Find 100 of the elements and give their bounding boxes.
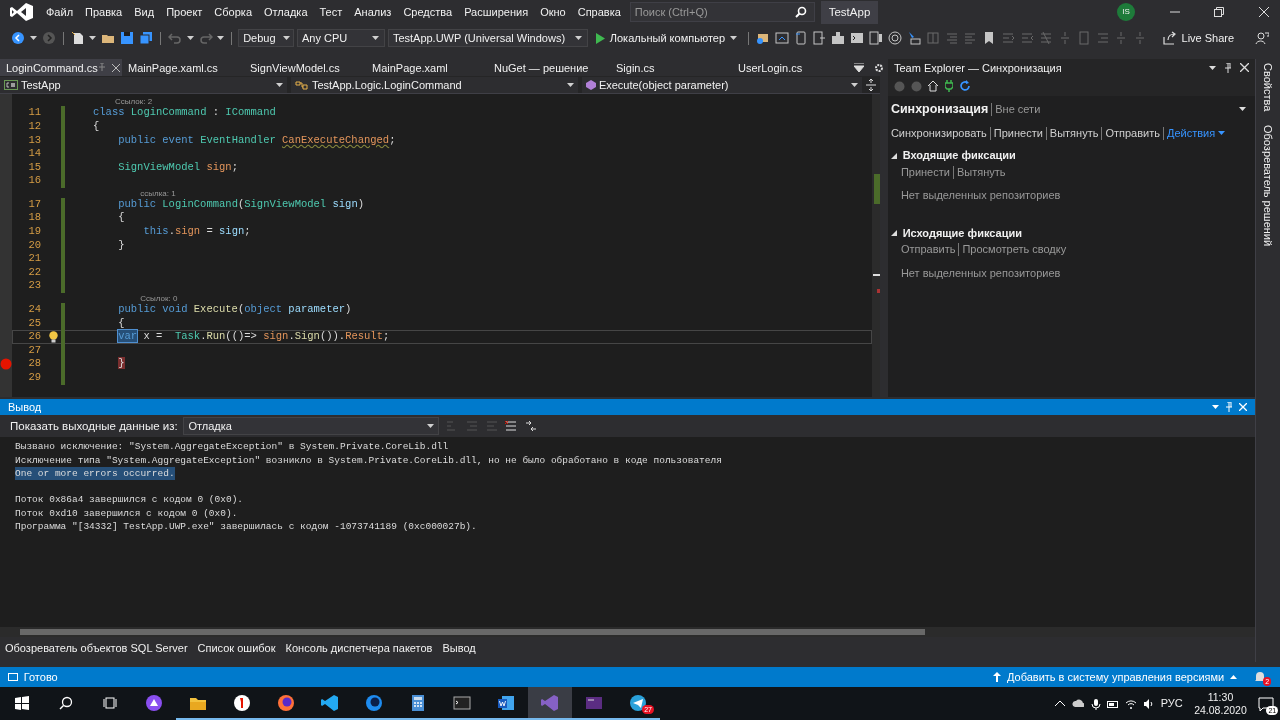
feedback-icon[interactable]	[1255, 31, 1269, 46]
monitor-icon[interactable]	[774, 31, 789, 46]
dropdown-icon[interactable]	[1209, 65, 1216, 70]
document-tab[interactable]: LoginCommand.cs	[0, 59, 122, 77]
source-control-button[interactable]: Добавить в систему управления версиями	[993, 668, 1237, 686]
terminal-icon[interactable]	[850, 31, 865, 46]
tool-window-tab[interactable]: Вывод	[437, 640, 481, 657]
actions-menu[interactable]: Действия	[1166, 125, 1226, 142]
action-link[interactable]: Вытянуть	[1049, 125, 1099, 142]
panel-icon[interactable]	[869, 31, 884, 46]
menu-item[interactable]: Сборка	[208, 4, 258, 21]
speaker-icon[interactable]	[1142, 697, 1155, 710]
section-title[interactable]: Исходящие фиксации	[902, 224, 1022, 242]
reference-count[interactable]: Ссылок: 2	[115, 97, 153, 107]
cloud-icon[interactable]	[1071, 697, 1084, 710]
action-center-icon[interactable]	[1258, 696, 1275, 711]
refresh-icon[interactable]	[958, 80, 971, 93]
action-link[interactable]: Принести	[993, 125, 1043, 142]
document-tab[interactable]: UserLogin.cs	[732, 59, 854, 77]
clock-date[interactable]: 24.08.2020	[1194, 703, 1247, 717]
side-tab[interactable]: Свойства	[1259, 59, 1277, 116]
reference-count[interactable]: ссылка: 1	[115, 188, 176, 198]
document-tab[interactable]: Sigin.cs	[610, 59, 732, 77]
live-share-button[interactable]: Live Share	[1157, 29, 1239, 47]
member-dropdown[interactable]: Execute(object parameter)	[582, 76, 862, 94]
action-link[interactable]: Синхронизировать	[890, 125, 987, 142]
close-icon[interactable]	[111, 63, 120, 72]
target-icon[interactable]	[887, 31, 902, 46]
type-dropdown[interactable]: TestApp.Logic.LoginCommand	[291, 76, 578, 94]
account-avatar[interactable]: IS	[1117, 3, 1135, 22]
tool-window-tab[interactable]: Обозреватель объектов SQL Server	[0, 640, 193, 657]
configuration-dropdown[interactable]: Debug	[238, 29, 295, 48]
platform-dropdown[interactable]: Any CPU	[297, 29, 385, 48]
menu-item[interactable]: Правка	[79, 4, 129, 21]
action-link[interactable]: Просмотреть сводку	[962, 241, 1067, 258]
menu-item[interactable]: Отладка	[258, 4, 314, 21]
side-tab[interactable]: Обозреватель решений	[1259, 121, 1277, 251]
menu-item[interactable]: Файл	[40, 4, 80, 21]
document-tab[interactable]: MainPage.xaml.cs	[122, 59, 244, 77]
section-title[interactable]: Входящие фиксации	[902, 147, 1016, 164]
code-line: }	[117, 237, 125, 253]
device-icon[interactable]	[755, 31, 770, 46]
tool-window-tab[interactable]: Список ошибок	[192, 640, 281, 657]
lightbulb-icon[interactable]	[49, 331, 58, 344]
action-link[interactable]: Вытянуть	[956, 163, 1006, 181]
action-link[interactable]: Принести	[900, 163, 950, 181]
reference-count[interactable]: Ссылок: 0	[115, 294, 178, 304]
project-dropdown[interactable]: TestApp	[0, 76, 287, 94]
fox-icon	[365, 693, 383, 712]
tab-list-icon[interactable]	[854, 63, 864, 73]
menu-item[interactable]: Справка	[571, 4, 627, 21]
notification-icon[interactable]	[1254, 671, 1267, 684]
redo-icon[interactable]	[198, 31, 213, 46]
microphone-icon[interactable]	[1089, 697, 1102, 710]
action-link[interactable]: Отправить	[900, 241, 956, 258]
split-icon[interactable]	[866, 78, 876, 91]
phone-icon[interactable]	[793, 31, 808, 46]
restore-icon[interactable]	[1214, 7, 1224, 18]
wifi-icon[interactable]	[1125, 697, 1138, 710]
clock-time[interactable]: 11:30	[1207, 690, 1234, 704]
search-field[interactable]: Поиск (Ctrl+Q)	[629, 2, 815, 23]
run-button[interactable]: Локальный компьютер	[590, 29, 743, 47]
document-tab[interactable]: NuGet — решение	[488, 59, 610, 77]
action-link[interactable]: Отправить	[1105, 125, 1160, 142]
menu-item[interactable]: Тест	[313, 4, 349, 21]
clear-icon[interactable]	[504, 420, 519, 433]
home-icon[interactable]	[927, 80, 940, 93]
menu-item[interactable]: Анализ	[348, 4, 398, 21]
source-dropdown[interactable]: Отладка	[183, 417, 440, 436]
settings-icon[interactable]	[874, 62, 884, 73]
pointer-icon[interactable]	[906, 31, 921, 46]
word-wrap-icon[interactable]	[524, 420, 539, 433]
menu-item[interactable]: Вид	[128, 4, 161, 21]
page-icon[interactable]	[812, 31, 827, 46]
save-icon[interactable]	[120, 31, 135, 46]
breakpoint-icon[interactable]	[0, 358, 12, 371]
menu-item[interactable]: Проект	[160, 4, 209, 21]
back-icon[interactable]	[11, 31, 25, 46]
line-number: 20	[27, 237, 42, 253]
tool-window-tab[interactable]: Консоль диспетчера пакетов	[280, 640, 438, 657]
package-icon[interactable]	[831, 31, 846, 46]
scrollbar-thumb[interactable]	[20, 629, 925, 636]
input-language[interactable]: РУС	[1160, 695, 1183, 712]
menu-item[interactable]: Расширения	[458, 4, 535, 21]
class-icon	[295, 79, 309, 90]
document-tab[interactable]: MainPage.xaml	[366, 59, 488, 77]
collapse-icon[interactable]	[890, 152, 897, 159]
collapse-icon[interactable]	[890, 229, 897, 236]
menu-item[interactable]: Средства	[397, 4, 459, 21]
startup-project-dropdown[interactable]: TestApp.UWP (Universal Windows)	[387, 29, 588, 48]
output-line: Поток 0xd10 завершился с кодом 0 (0x0).	[15, 506, 238, 520]
undo-icon[interactable]	[167, 31, 182, 46]
plug-icon[interactable]	[945, 80, 953, 93]
dropdown-icon[interactable]	[1239, 107, 1247, 112]
save-all-icon[interactable]	[139, 31, 153, 46]
new-item-icon[interactable]	[70, 31, 85, 46]
close-icon[interactable]	[1240, 63, 1249, 73]
document-tab[interactable]: SignViewModel.cs	[244, 59, 366, 77]
close-icon[interactable]	[1258, 7, 1269, 18]
menu-item[interactable]: Окно	[534, 4, 572, 21]
